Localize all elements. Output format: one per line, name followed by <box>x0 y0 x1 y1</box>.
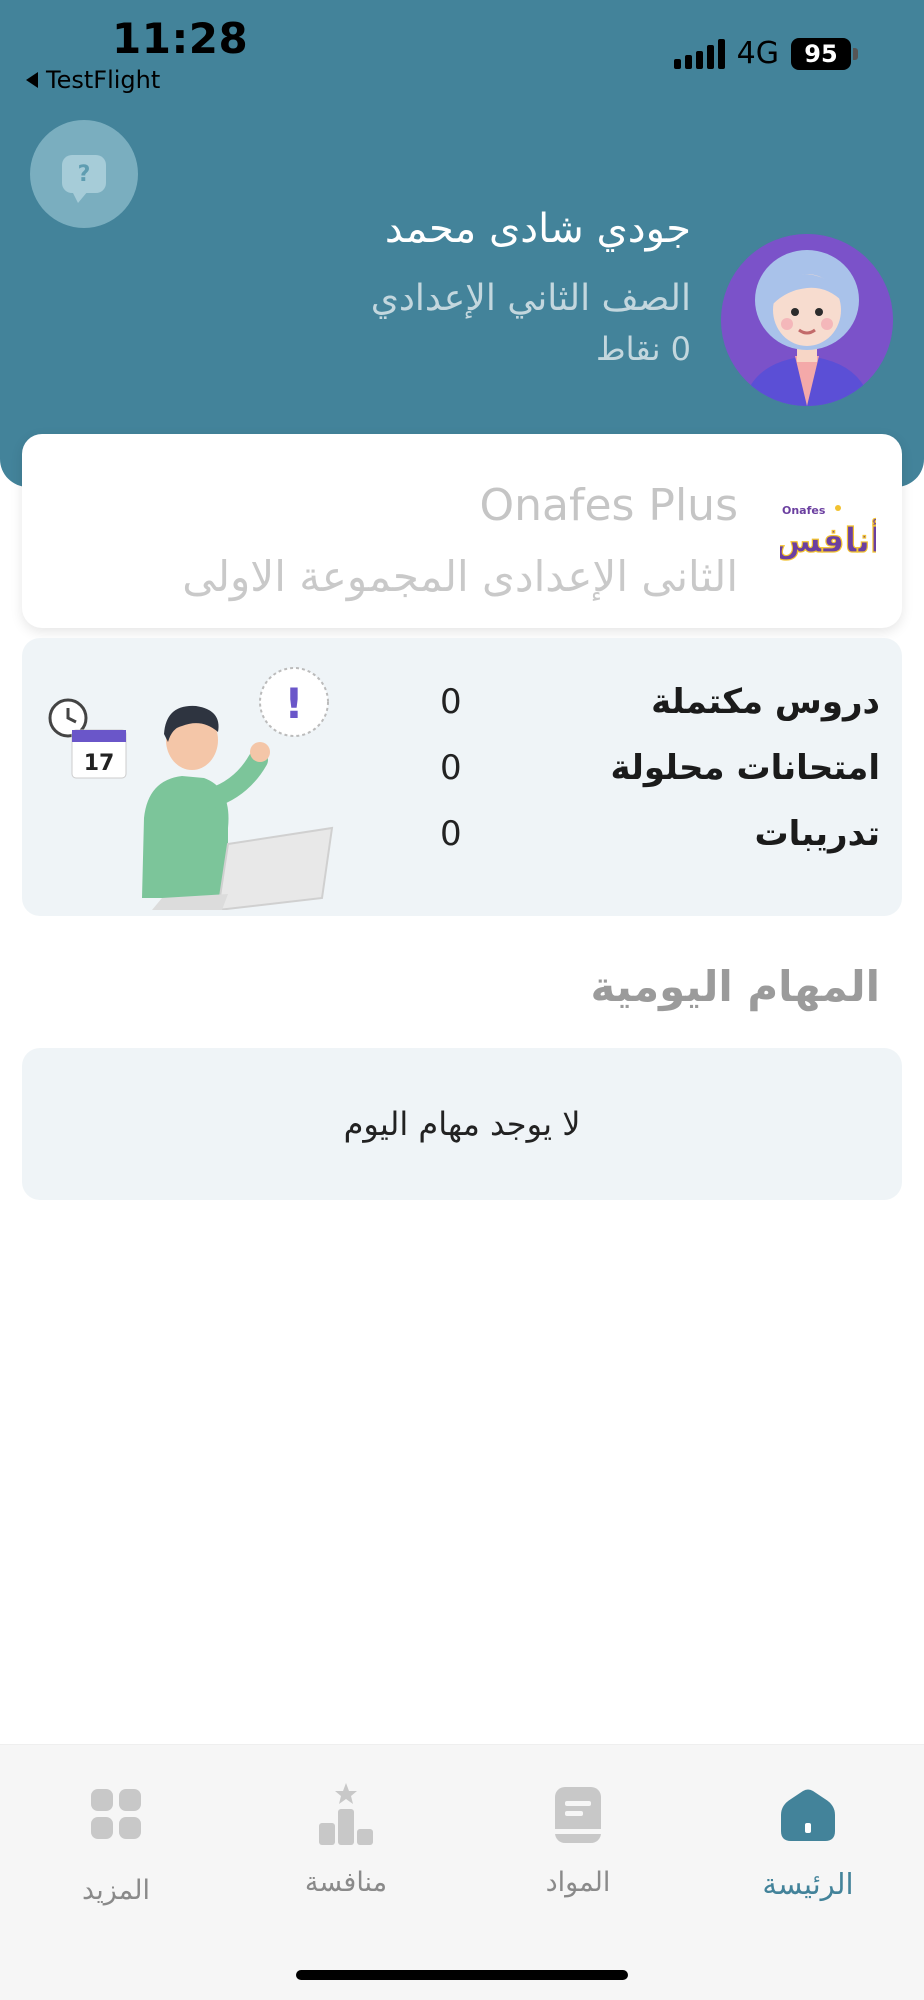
stat-label: امتحانات محلولة <box>610 748 880 788</box>
grid-icon <box>91 1789 141 1839</box>
status-time: 11:28 <box>112 14 249 63</box>
podium-icon <box>319 1783 373 1845</box>
stats-card: دروس مكتملة 0 امتحانات محلولة 0 تدريبات … <box>22 638 902 916</box>
home-screen: 11:28 TestFlight 4G 95 ? جودي شادى محمد … <box>0 0 924 2000</box>
stat-row-lessons: دروس مكتملة 0 <box>440 682 880 722</box>
group-title: Onafes Plus <box>479 480 738 531</box>
nav-label: المواد <box>545 1867 611 1898</box>
user-grade: الصف الثاني الإعدادي <box>370 278 691 319</box>
back-app-label: TestFlight <box>46 66 161 94</box>
signal-icon <box>673 38 725 69</box>
back-to-testflight[interactable]: TestFlight <box>26 66 160 94</box>
home-indicator[interactable] <box>296 1970 628 1980</box>
stat-value: 0 <box>440 814 462 854</box>
user-points: 0 نقاط <box>596 330 691 368</box>
stat-row-exercises: تدريبات 0 <box>440 814 880 854</box>
student-illustration: 17 ! <box>48 667 334 910</box>
daily-tasks-empty-message: لا يوجد مهام اليوم <box>343 1105 581 1143</box>
battery-icon: 95 <box>791 37 858 70</box>
nav-subjects[interactable]: المواد <box>488 1745 668 1925</box>
help-button[interactable]: ? <box>30 120 138 228</box>
profile-header: 11:28 TestFlight 4G 95 ? جودي شادى محمد … <box>0 0 924 487</box>
avatar[interactable] <box>721 234 893 406</box>
status-indicators: 4G 95 <box>673 36 858 71</box>
network-type: 4G <box>736 36 779 71</box>
home-icon <box>781 1789 835 1841</box>
nav-label: منافسة <box>304 1867 388 1898</box>
calendar-day: 17 <box>84 751 115 776</box>
avatar-illustration <box>721 234 893 406</box>
group-card[interactable]: Onafes Plus الثانى الإعدادى المجموعة الا… <box>22 434 902 628</box>
back-arrow-icon <box>26 72 38 88</box>
battery-level: 95 <box>791 37 851 70</box>
logo-latin-text: Onafes <box>782 504 826 517</box>
stat-label: دروس مكتملة <box>651 682 880 722</box>
stat-value: 0 <box>440 748 462 788</box>
nav-label: الرئيسة <box>762 1867 854 1901</box>
nav-more[interactable]: المزيد <box>26 1745 206 1925</box>
calendar-icon: 17 <box>71 729 127 779</box>
group-subtitle: الثانى الإعدادى المجموعة الاولى <box>182 552 738 601</box>
question-chat-icon: ? <box>62 155 106 203</box>
bottom-navigation: الرئيسة المواد منافسة المزيد <box>0 1744 924 2000</box>
logo-arabic-text: أنافس <box>780 518 876 561</box>
stat-row-exams: امتحانات محلولة 0 <box>440 748 880 788</box>
book-icon <box>555 1787 601 1843</box>
nav-home[interactable]: الرئيسة <box>718 1745 898 1925</box>
onafes-logo: Onafes أنافس <box>780 504 876 562</box>
nav-competition[interactable]: منافسة <box>256 1745 436 1925</box>
exclamation-mark: ! <box>284 679 303 728</box>
user-name: جودي شادى محمد <box>384 206 691 252</box>
daily-tasks-card: لا يوجد مهام اليوم <box>22 1048 902 1200</box>
stat-value: 0 <box>440 682 462 722</box>
stat-label: تدريبات <box>754 814 880 854</box>
nav-label: المزيد <box>82 1875 150 1906</box>
daily-tasks-heading: المهام اليومية <box>590 962 881 1011</box>
